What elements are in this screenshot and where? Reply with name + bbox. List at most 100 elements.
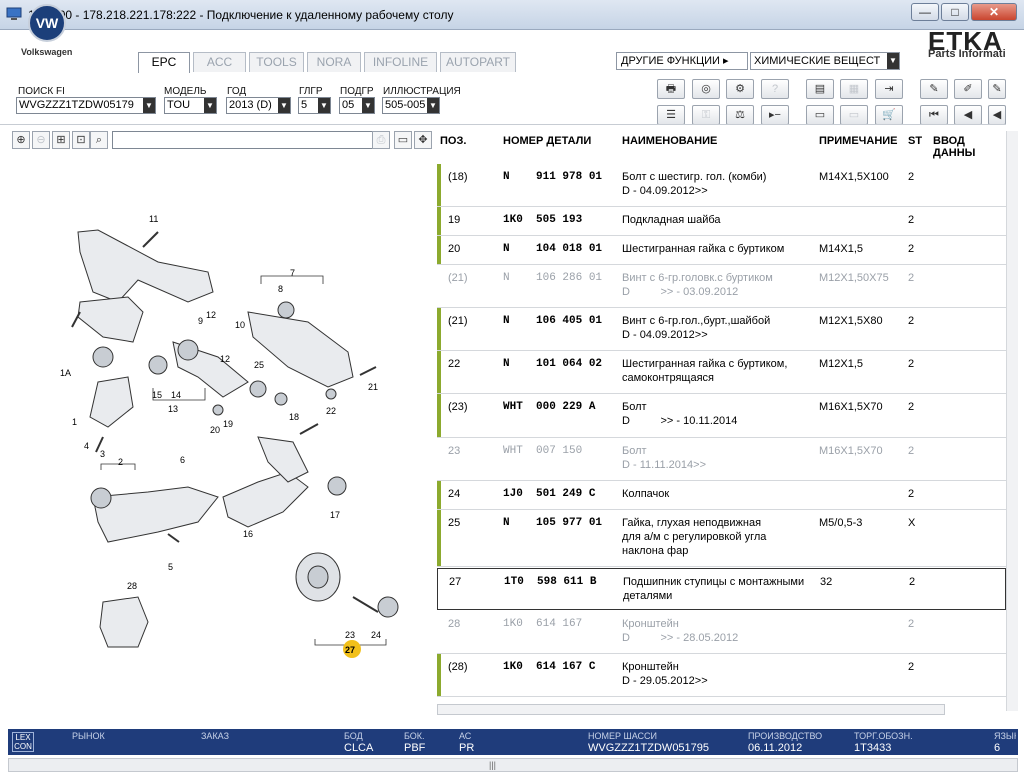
row-note: M12X1,50X75 — [819, 272, 889, 284]
table-row-selected[interactable]: 27 1T0 598 611 B Подшипник ступицы с мон… — [437, 568, 1006, 610]
language-value: 6 — [994, 742, 1001, 754]
chevron-down-icon: ▼ — [427, 98, 439, 113]
table-row[interactable]: (23) WHT 000 229 A Болт D >> - 10.11.201… — [437, 394, 1006, 438]
row-part-number: 1T0 598 611 B — [504, 576, 597, 588]
elsa-icon[interactable]: ▤ — [806, 79, 834, 99]
magnifier-icon[interactable]: ⌕ — [90, 131, 108, 149]
row-name: Подкладная шайба — [622, 214, 721, 226]
other-functions-button[interactable]: ДРУГИЕ ФУНКЦИИ ▸ — [616, 52, 748, 70]
illustration-select[interactable]: 505-005 ▼ — [382, 97, 440, 114]
search-fi-select[interactable]: WVGZZZ1TZDW05179 ▼ — [16, 97, 156, 114]
previous-page-icon[interactable]: ◀ — [954, 105, 982, 125]
row-pos: 23 — [448, 445, 461, 457]
tab-nora[interactable]: NORA — [307, 52, 361, 72]
callout-8: 8 — [278, 284, 283, 294]
help-icon[interactable]: ? — [761, 79, 789, 99]
search-fi-label: ПОИСК FI — [18, 86, 65, 97]
scale-icon[interactable]: ⚖ — [726, 105, 754, 125]
parts-illustration[interactable]: 11 7 8 1A 12 9 10 12 25 21 15 14 13 22 1… — [8, 152, 434, 722]
zoom-out-icon[interactable]: ⊖ — [32, 131, 50, 149]
table-row[interactable]: (21) N 106 405 01 Винт с 6-гр.гол.,бурт.… — [437, 308, 1006, 351]
table-row[interactable]: 25 N 105 977 01 Гайка, глухая неподвижна… — [437, 510, 1006, 567]
callout-24: 24 — [371, 630, 381, 640]
callout-13: 13 — [168, 404, 178, 414]
chevron-down-icon: ▼ — [204, 98, 216, 113]
illustration-search-input[interactable] — [112, 131, 380, 149]
car-parts-icon[interactable]: ⚙ — [726, 79, 754, 99]
zoom-fit-icon[interactable]: ⊡ — [72, 131, 90, 149]
play-minus-icon[interactable]: ▸− — [761, 105, 789, 125]
calculator-icon[interactable]: ▭ — [806, 105, 834, 125]
table-row[interactable]: 22 N 101 064 02 Шестигранная гайка с бур… — [437, 351, 1006, 394]
depot-icon[interactable]: ▦ — [840, 79, 868, 99]
table-row[interactable]: (18) N 911 978 01 Болт с шестигр. гол. (… — [437, 164, 1006, 207]
callout-9: 9 — [198, 316, 203, 326]
row-pos: (23) — [448, 401, 468, 413]
first-page-icon[interactable]: ⏮ — [920, 105, 948, 125]
maximize-button[interactable]: □ — [941, 3, 969, 21]
tab-epc[interactable]: EPC — [138, 52, 190, 73]
row-name-extra: самоконтрящаяся — [622, 372, 714, 384]
row-st: 2 — [908, 243, 915, 255]
tab-tools[interactable]: TOOLS — [249, 52, 304, 72]
pin-alt-icon[interactable]: ✐ — [954, 79, 982, 99]
row-name-extra: D - 11.11.2014>> — [622, 459, 706, 471]
table-row[interactable]: 19 1K0 505 193 Подкладная шайба 2 — [437, 207, 1006, 236]
print-illustration-icon[interactable]: ⎙ — [372, 131, 390, 149]
next-page-icon[interactable]: ◀ — [988, 105, 1006, 125]
table-row[interactable]: 28 1K0 614 167 Кронштейн D >> - 28.05.20… — [437, 611, 1006, 654]
row-name: Болт с шестигр. гол. (комби) — [622, 171, 767, 183]
year-select[interactable]: 2013 (D) ▼ — [226, 97, 291, 114]
callout-7: 7 — [290, 268, 295, 278]
minimize-button[interactable]: — — [911, 3, 939, 21]
table-row[interactable]: (28) 1K0 614 167 C Кронштейн D - 29.05.2… — [437, 654, 1006, 697]
row-st: 2 — [908, 661, 915, 673]
row-name: Колпачок — [622, 488, 670, 500]
tab-autopart[interactable]: AUTOPART — [440, 52, 516, 72]
calculator-alt-icon[interactable]: ▭ — [840, 105, 868, 125]
year-value: 2013 (D) — [229, 99, 272, 111]
vertical-scrollbar[interactable] — [1006, 131, 1018, 711]
sub-group-select[interactable]: 05 ▼ — [339, 97, 375, 114]
row-part-number: WHT 007 150 — [503, 445, 583, 457]
tab-acc[interactable]: ACC — [193, 52, 246, 72]
callout-18: 18 — [289, 412, 299, 422]
model-select[interactable]: TOU ▼ — [164, 97, 217, 114]
move-divider-icon[interactable]: ✥ — [414, 131, 432, 149]
main-group-select[interactable]: 5 ▼ — [298, 97, 331, 114]
callout-1: 1 — [72, 417, 77, 427]
table-row[interactable]: (21) N 106 286 01 Винт с 6-гр.головк.с б… — [437, 265, 1006, 308]
row-st: 2 — [908, 488, 915, 500]
table-row[interactable]: 23 WHT 007 150 Болт D - 11.11.2014>> M16… — [437, 438, 1006, 481]
callout-14: 14 — [171, 390, 181, 400]
list-icon[interactable]: ☰ — [657, 105, 685, 125]
table-horizontal-scrollbar[interactable] — [437, 704, 945, 715]
split-view-icon[interactable]: ▭ — [394, 131, 412, 149]
header-input: ВВОД ДАННЫ — [933, 135, 976, 159]
disc-icon[interactable]: ◎ — [692, 79, 720, 99]
callout-16: 16 — [243, 529, 253, 539]
functions-select[interactable]: ХИМИЧЕСКИЕ ВЕЩЕСТ ▼ — [750, 52, 900, 70]
row-name: Гайка, глухая неподвижная — [622, 517, 762, 529]
row-part-number: N 104 018 01 — [503, 243, 603, 255]
table-row[interactable]: 24 1J0 501 249 C Колпачок 2 — [437, 481, 1006, 510]
row-pos: 19 — [448, 214, 461, 226]
cart-icon[interactable]: 🛒 — [875, 105, 903, 125]
callout-21: 21 — [368, 382, 378, 392]
tab-infoline[interactable]: INFOLINE — [364, 52, 437, 72]
pin-icon[interactable]: ✎ — [920, 79, 948, 99]
row-part-number: N 911 978 01 — [503, 171, 603, 183]
row-note: M16X1,5X70 — [819, 401, 883, 413]
key-icon[interactable]: ⚿ — [692, 105, 720, 125]
window-horizontal-scrollbar[interactable]: ||| — [8, 758, 1018, 772]
header-pos: ПОЗ. — [440, 135, 467, 147]
print-icon[interactable]: 🖶 — [657, 79, 685, 99]
cart-forward-icon[interactable]: ⇥ — [875, 79, 903, 99]
pin-extra-icon[interactable]: ✎ — [988, 79, 1006, 99]
close-button[interactable]: ✕ — [971, 3, 1017, 21]
table-row[interactable]: 20 N 104 018 01 Шестигранная гайка с бур… — [437, 236, 1006, 265]
row-pos: (21) — [448, 315, 468, 327]
zoom-in-icon[interactable]: ⊕ — [12, 131, 30, 149]
order-label: ЗАКАЗ — [201, 731, 230, 741]
zoom-area-icon[interactable]: ⊞ — [52, 131, 70, 149]
